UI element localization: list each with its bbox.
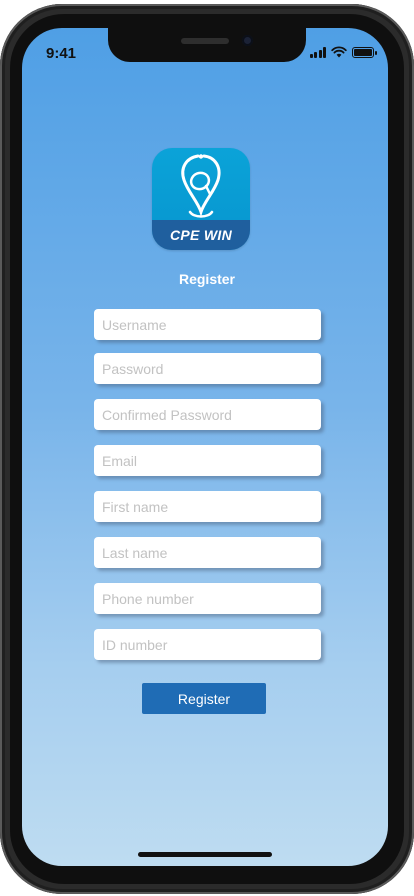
logo-text: CPE WIN: [170, 227, 232, 243]
id-number-field[interactable]: [94, 629, 321, 660]
phone-number-field[interactable]: [94, 583, 321, 614]
last-name-field[interactable]: [94, 537, 321, 568]
app-logo: CPE WIN: [152, 148, 250, 250]
map-pin-bulb-icon: [181, 154, 221, 218]
home-indicator: [138, 852, 272, 857]
email-field[interactable]: [94, 445, 321, 476]
first-name-field[interactable]: [94, 491, 321, 522]
logo-band: CPE WIN: [152, 220, 250, 250]
page-title: Register: [178, 271, 236, 287]
cellular-signal-icon: [309, 46, 326, 58]
notch: [108, 28, 306, 62]
password-field[interactable]: [94, 353, 321, 384]
username-field[interactable]: [94, 309, 321, 340]
status-icons: [309, 46, 377, 58]
front-camera: [242, 35, 253, 46]
speaker-grille: [181, 38, 229, 44]
register-button[interactable]: Register: [142, 683, 266, 714]
status-time: 9:41: [46, 45, 77, 62]
wifi-icon: [331, 46, 347, 58]
confirm-password-field[interactable]: [94, 399, 321, 430]
battery-icon: [352, 46, 377, 58]
